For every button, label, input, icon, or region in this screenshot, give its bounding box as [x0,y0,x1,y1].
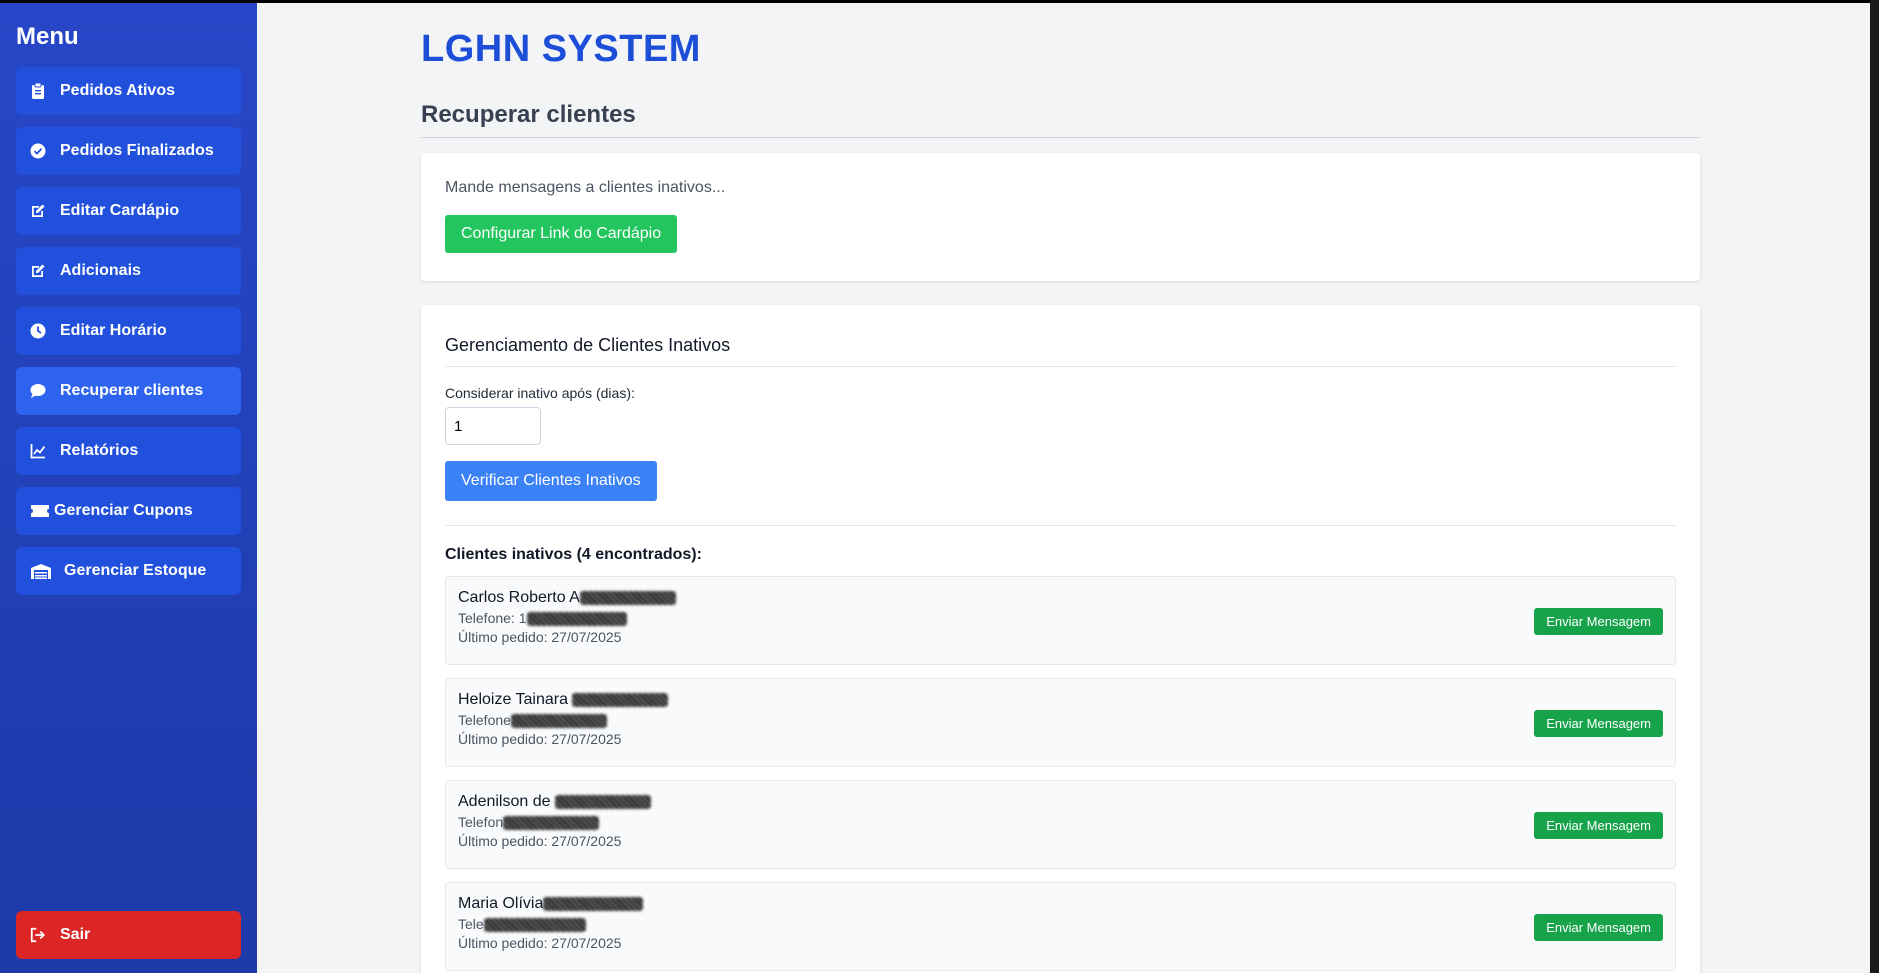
client-name: Carlos Roberto A [458,589,1663,607]
sidebar-item-label: Recuperar clientes [60,382,204,399]
logout-label: Sair [60,926,91,943]
sidebar-item-gerenciar-estoque[interactable]: Gerenciar Estoque [16,547,241,595]
sidebar-item-label: Pedidos Ativos [60,82,175,99]
main-area: LGHN SYSTEM Recuperar clientes Mande men… [257,3,1870,973]
check-circle-icon [30,143,46,159]
inactive-days-input[interactable] [445,407,541,445]
sidebar: Menu Pedidos Ativos Pedidos Finalizados … [0,3,257,973]
client-name: Maria Olívia [458,895,1663,913]
app-title: LGHN SYSTEM [421,28,701,70]
inactive-clients-count: Clientes inativos (4 encontrados): [445,546,702,563]
main-content: LGHN SYSTEM Recuperar clientes Mande men… [421,3,1700,973]
inactive-days-label: Considerar inativo após (dias): [445,385,635,401]
sidebar-item-gerenciar-cupons[interactable]: Gerenciar Cupons [16,487,241,535]
client-name: Adenilson de [458,793,1663,811]
sidebar-item-pedidos-finalizados[interactable]: Pedidos Finalizados [16,127,241,175]
client-last-order: Último pedido: 27/07/2025 [458,833,622,850]
sidebar-item-label: Relatórios [60,442,139,459]
inactive-clients-card: Gerenciamento de Clientes Inativos Consi… [421,305,1700,973]
sidebar-item-pedidos-ativos[interactable]: Pedidos Ativos [16,67,241,115]
client-last-order: Último pedido: 27/07/2025 [458,731,622,748]
edit-icon [30,263,46,279]
list-item: Heloize Tainara Telefone Último pedido: … [445,678,1676,767]
list-item: Carlos Roberto A Telefone: 1 Último pedi… [445,576,1676,665]
intro-card: Mande mensagens a clientes inativos... C… [421,153,1700,281]
redacted-text [483,918,586,933]
sidebar-nav: Pedidos Ativos Pedidos Finalizados Edita… [16,67,241,595]
client-name: Heloize Tainara [458,691,1663,709]
redacted-text [503,816,600,831]
client-phone: Tele [458,916,1663,933]
sidebar-item-label: Pedidos Finalizados [60,142,214,159]
send-message-button[interactable]: Enviar Mensagem [1534,608,1663,635]
logout-button[interactable]: Sair [16,911,241,959]
edit-icon [30,203,46,219]
sidebar-item-label: Gerenciar Cupons [54,502,193,519]
client-last-order: Último pedido: 27/07/2025 [458,935,622,952]
sidebar-item-editar-cardapio[interactable]: Editar Cardápio [16,187,241,235]
send-message-button[interactable]: Enviar Mensagem [1534,812,1663,839]
page-title: Recuperar clientes [421,101,1700,138]
inactive-clients-title: Gerenciamento de Clientes Inativos [445,329,1676,367]
send-message-button[interactable]: Enviar Mensagem [1534,710,1663,737]
sidebar-item-relatorios[interactable]: Relatórios [16,427,241,475]
clipboard-icon [30,83,46,99]
sidebar-item-label: Adicionais [60,262,141,279]
divider [445,525,1676,526]
list-item: Maria Olívia Tele Último pedido: 27/07/2… [445,882,1676,971]
sidebar-item-label: Editar Horário [60,322,167,339]
configure-menu-link-button[interactable]: Configurar Link do Cardápio [445,215,678,253]
scrollbar[interactable] [1870,0,1879,973]
redacted-text [510,714,607,729]
ticket-icon [30,503,50,519]
redacted-text [572,692,669,707]
client-phone: Telefone [458,712,1663,729]
sign-out-icon [30,927,46,943]
sidebar-item-adicionais[interactable]: Adicionais [16,247,241,295]
client-last-order: Último pedido: 27/07/2025 [458,629,622,646]
sidebar-item-label: Editar Cardápio [60,202,180,219]
chat-icon [30,383,46,399]
client-phone: Telefon [458,814,1663,831]
clock-icon [30,323,46,339]
intro-description: Mande mensagens a clientes inativos... [445,179,726,196]
client-list: Carlos Roberto A Telefone: 1 Último pedi… [445,576,1676,971]
sidebar-item-recuperar-clientes[interactable]: Recuperar clientes [16,367,241,415]
app-window: Menu Pedidos Ativos Pedidos Finalizados … [0,3,1870,973]
client-phone: Telefone: 1 [458,610,1663,627]
warehouse-icon [30,563,52,579]
redacted-text [579,590,676,605]
redacted-text [526,612,627,627]
redacted-text [554,794,651,809]
chart-line-icon [30,443,46,459]
sidebar-item-label: Gerenciar Estoque [64,562,207,579]
menu-title: Menu [16,23,79,50]
sidebar-item-editar-horario[interactable]: Editar Horário [16,307,241,355]
list-item: Adenilson de Telefon Último pedido: 27/0… [445,780,1676,869]
send-message-button[interactable]: Enviar Mensagem [1534,914,1663,941]
verify-inactive-clients-button[interactable]: Verificar Clientes Inativos [445,461,657,501]
redacted-text [543,896,644,911]
